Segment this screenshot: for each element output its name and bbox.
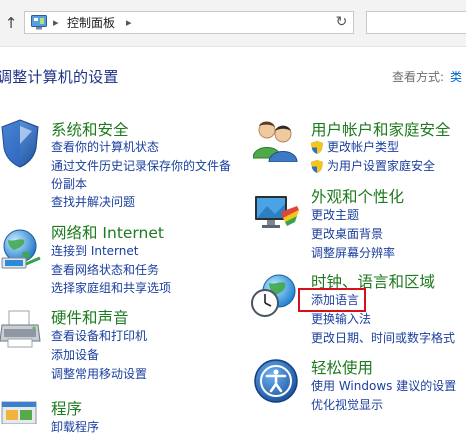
view-by: 查看方式: 类 — [392, 68, 462, 85]
link-troubleshoot[interactable]: 查找并解决问题 — [51, 195, 135, 209]
link-devices-printers[interactable]: 查看设备和打印机 — [51, 329, 147, 343]
category-system-security[interactable]: 系统和安全 — [51, 118, 129, 140]
link-desktop-background[interactable]: 更改桌面背景 — [311, 227, 383, 241]
page-title: 调整计算机的设置 — [0, 68, 119, 86]
link-file-history-cont[interactable]: 份副本 — [51, 177, 87, 191]
link-family-safety[interactable]: 为用户设置家庭安全 — [327, 159, 435, 173]
users-icon[interactable] — [253, 118, 299, 162]
search-input[interactable] — [366, 11, 466, 34]
link-view-computer-status[interactable]: 查看你的计算机状态 — [51, 140, 159, 154]
uac-shield-icon — [311, 160, 323, 173]
link-screen-resolution[interactable]: 调整屏幕分辨率 — [311, 246, 395, 260]
link-optimize-visual[interactable]: 优化视觉显示 — [311, 398, 383, 412]
link-uninstall-program[interactable]: 卸载程序 — [51, 420, 99, 434]
link-windows-recommended[interactable]: 使用 Windows 建议的设置 — [311, 379, 456, 393]
ease-of-access-icon[interactable] — [253, 358, 299, 404]
monitor-palette-icon[interactable] — [253, 192, 299, 234]
up-arrow-icon[interactable]: ↑ — [2, 13, 20, 33]
programs-icon[interactable] — [0, 396, 40, 424]
link-network-status[interactable]: 查看网络状态和任务 — [51, 263, 159, 277]
breadcrumb-control-panel[interactable]: 控制面板 — [67, 14, 115, 32]
category-appearance[interactable]: 外观和个性化 — [311, 185, 404, 207]
category-user-accounts[interactable]: 用户帐户和家庭安全 — [311, 118, 451, 140]
refresh-button[interactable]: ↻ — [330, 11, 354, 34]
link-change-input-method[interactable]: 更换输入法 — [311, 312, 371, 326]
category-hardware-sound[interactable]: 硬件和声音 — [51, 306, 129, 328]
address-field[interactable]: ▸ 控制面板 ▸ ▾ — [24, 11, 354, 34]
highlight-box — [298, 288, 366, 312]
globe-network-icon[interactable] — [0, 228, 42, 272]
link-homegroup[interactable]: 选择家庭组和共享选项 — [51, 281, 171, 295]
address-bar: ↑ ▸ 控制面板 ▸ ▾ ↻ — [0, 0, 466, 47]
link-file-history[interactable]: 通过文件历史记录保存你的文件备 — [51, 159, 231, 173]
breadcrumb-separator[interactable]: ▸ — [126, 14, 132, 32]
link-change-theme[interactable]: 更改主题 — [311, 208, 359, 222]
link-connect-internet[interactable]: 连接到 Internet — [51, 244, 138, 258]
view-by-label: 查看方式: — [392, 70, 445, 84]
link-date-time-format[interactable]: 更改日期、时间或数字格式 — [311, 331, 455, 345]
clock-globe-icon[interactable] — [251, 273, 299, 319]
control-panel-icon — [31, 15, 47, 30]
uac-shield-icon — [311, 141, 323, 154]
link-add-device[interactable]: 添加设备 — [51, 348, 99, 362]
shield-icon[interactable] — [0, 118, 40, 168]
category-ease-of-access[interactable]: 轻松使用 — [311, 356, 373, 378]
printer-icon[interactable] — [0, 309, 42, 351]
link-change-account-type[interactable]: 更改帐户类型 — [327, 140, 399, 154]
category-programs[interactable]: 程序 — [51, 397, 82, 419]
category-network-internet[interactable]: 网络和 Internet — [51, 221, 164, 243]
breadcrumb-separator[interactable]: ▸ — [53, 14, 59, 32]
view-by-dropdown[interactable]: 类 — [450, 70, 462, 84]
link-mobility-settings[interactable]: 调整常用移动设置 — [51, 367, 147, 381]
